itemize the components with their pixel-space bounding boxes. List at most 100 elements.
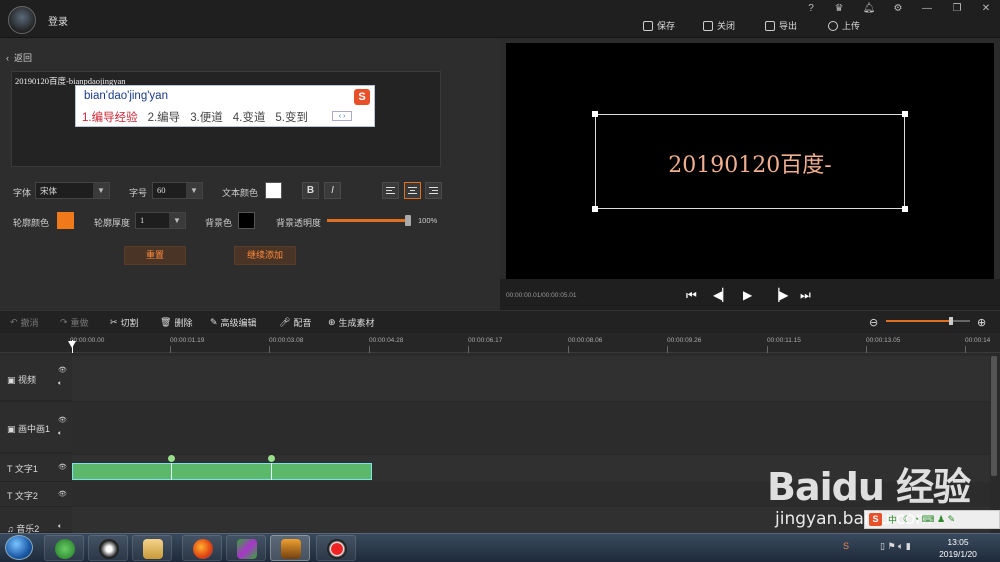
bg-opacity-slider[interactable] (327, 219, 411, 222)
chevron-down-icon: ▼ (186, 183, 202, 198)
eye-icon[interactable]: 👁︎ (58, 416, 67, 424)
login-link[interactable]: 登录 (48, 13, 68, 28)
save-button[interactable]: 保存 (643, 19, 675, 32)
zoom-in-icon[interactable]: ⊕ (977, 316, 986, 329)
advanced-edit-button[interactable]: ✎ 高级编辑 (210, 316, 257, 329)
help-icon[interactable]: ? (804, 2, 818, 16)
speaker-icon[interactable]: 🔈︎ (58, 523, 62, 531)
ime-pinyin: bian'dao'jing'yan (84, 90, 168, 102)
back-button[interactable]: ‹ 返回 (6, 51, 32, 64)
resize-handle[interactable] (902, 206, 908, 212)
eye-icon[interactable]: 👁︎ (58, 463, 67, 471)
ime-candidate[interactable]: 2.编导 (148, 109, 181, 125)
zoom-slider-track[interactable] (952, 320, 970, 322)
eye-icon[interactable]: 👁︎ (58, 366, 67, 374)
delete-button[interactable]: 🗑︎ 删除 (160, 316, 192, 329)
upload-button[interactable]: 上传 (828, 19, 860, 32)
watermark-logo: Baidu 经验 (767, 465, 971, 509)
ruler-tick: 00:00:08.06 (568, 337, 603, 344)
ime-candidate[interactable]: 3.便道 (190, 109, 223, 125)
undo-icon: ↶ (10, 317, 18, 327)
restore-icon[interactable]: ❐ (950, 2, 964, 16)
redo-button[interactable]: ↷ 重做 (60, 316, 89, 329)
keyframe-handle[interactable] (168, 455, 175, 462)
font-label: 字体 (13, 188, 32, 198)
close-window-icon[interactable]: ✕ (979, 2, 993, 16)
align-right-button[interactable] (425, 182, 442, 199)
ruler-mark (468, 346, 469, 353)
undo-button[interactable]: ↶ 撤消 (10, 316, 39, 329)
keyframe-handle[interactable] (268, 455, 275, 462)
play-icon[interactable]: ▶ (743, 288, 752, 302)
taskbar-app-active[interactable] (270, 535, 310, 561)
ime-candidate[interactable]: 1.编导经验 (82, 109, 138, 125)
back-label: 返回 (14, 53, 33, 63)
ruler-tick: 00:00:03.08 (269, 337, 304, 344)
text-clip[interactable] (72, 463, 372, 480)
resize-handle[interactable] (592, 206, 598, 212)
ime-candidate[interactable]: 5.变到 (275, 109, 308, 125)
clock[interactable]: 13:05 2019/1/20 (928, 536, 988, 560)
mic-icon: 🎤︎ (279, 317, 291, 327)
qq-icon (99, 539, 119, 559)
italic-button[interactable]: I (324, 182, 341, 199)
start-button[interactable] (5, 535, 33, 560)
bell-icon[interactable]: 🔔︎ (862, 2, 876, 16)
align-left-button[interactable] (382, 182, 399, 199)
export-button[interactable]: 导出 (765, 19, 797, 32)
gear-icon[interactable]: ⚙ (891, 2, 905, 16)
bg-color-swatch[interactable] (238, 212, 255, 229)
step-forward-icon[interactable]: ▕▶ (770, 288, 788, 302)
dub-button[interactable]: 🎤︎ 配音 (279, 316, 311, 329)
vertical-scrollbar[interactable] (991, 356, 997, 476)
record-icon (327, 539, 347, 559)
zoom-handle[interactable] (949, 317, 953, 325)
resize-handle[interactable] (902, 111, 908, 117)
eye-icon[interactable]: 👁︎ (58, 490, 67, 498)
slider-handle[interactable] (405, 215, 411, 226)
text-icon: T (7, 491, 15, 501)
ime-page-nav[interactable]: ‹ › (332, 111, 352, 121)
resize-handle[interactable] (592, 111, 598, 117)
align-center-button[interactable] (404, 182, 421, 199)
upload-label: 上传 (842, 21, 861, 31)
generate-button[interactable]: ⊕ 生成素材 (328, 316, 375, 329)
speaker-icon[interactable]: 🔈︎ (58, 430, 62, 438)
close-button[interactable]: 关闭 (703, 19, 735, 32)
text-color-swatch[interactable] (265, 182, 282, 199)
step-back-icon[interactable]: ◀▏ (713, 288, 731, 302)
timeline-toolbar (0, 310, 1000, 333)
zoom-out-icon[interactable]: ⊖ (869, 316, 878, 329)
outline-width-select[interactable]: 1 ▼ (135, 212, 186, 229)
skip-start-icon[interactable]: ⏮ (686, 288, 697, 303)
taskbar-app[interactable] (182, 535, 222, 561)
vip-icon[interactable]: ♛ (832, 2, 846, 16)
playhead[interactable] (72, 340, 73, 353)
cut-button[interactable]: ✂ 切割 (110, 316, 139, 329)
track-lane-video[interactable] (72, 356, 990, 401)
sogou-tray-icon[interactable]: S (843, 541, 849, 551)
clock-time: 13:05 (947, 537, 969, 547)
zoom-slider[interactable] (886, 320, 952, 322)
size-select[interactable]: 60 ▼ (152, 182, 203, 199)
taskbar-app[interactable] (88, 535, 128, 561)
track-header-text2: T 文字2 👁︎ (0, 482, 72, 507)
bold-button[interactable]: B (302, 182, 319, 199)
avatar[interactable] (8, 6, 36, 34)
font-select[interactable]: 宋体 ▼ (35, 182, 110, 199)
continue-add-button[interactable]: 继续添加 (234, 246, 296, 265)
ime-candidate[interactable]: 4.变道 (233, 109, 266, 125)
ime-status-bar[interactable]: S 中 ☾ ◔ ⌨ ♟ ✎ (864, 510, 1000, 529)
track-lane-pip[interactable] (72, 403, 990, 453)
tray-icons[interactable]: ▯ ⚑ 🔈︎ ▮ (880, 541, 911, 552)
outline-color-swatch[interactable] (57, 212, 74, 229)
minimize-icon[interactable]: — (920, 2, 934, 16)
taskbar-app[interactable] (316, 535, 356, 561)
taskbar-app[interactable] (226, 535, 266, 561)
reset-button[interactable]: 重置 (124, 246, 186, 265)
trash-icon: 🗑︎ (160, 317, 172, 327)
skip-end-icon[interactable]: ⏭ (800, 288, 811, 303)
speaker-icon[interactable]: 🔈︎ (58, 380, 62, 388)
taskbar-app[interactable] (44, 535, 84, 561)
taskbar-app[interactable] (132, 535, 172, 561)
